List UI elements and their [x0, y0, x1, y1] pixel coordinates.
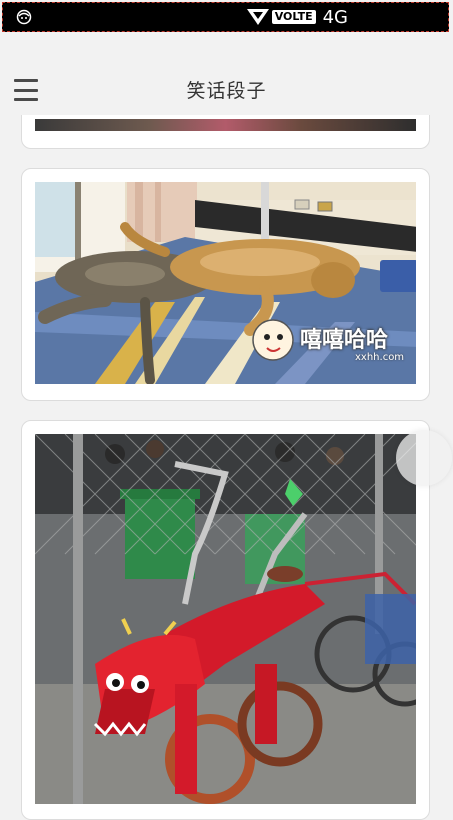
feed-card[interactable]	[21, 420, 430, 820]
volte-badge: VOLTE	[271, 10, 316, 24]
feed-card[interactable]: 嘻嘻哈哈 xxhh.com	[21, 168, 430, 401]
notification-face-icon	[16, 9, 32, 25]
floating-action-button[interactable]	[396, 430, 452, 486]
joke-feed[interactable]: 嘻嘻哈哈 xxhh.com	[0, 0, 453, 820]
app-bar: 笑话段子	[0, 32, 453, 115]
network-type: 4G	[322, 6, 348, 28]
status-bar: VOLTE 4G	[2, 2, 449, 32]
watermark	[252, 319, 294, 361]
signal-icon	[246, 9, 269, 25]
post-image[interactable]	[35, 434, 416, 804]
watermark-text: 嘻嘻哈哈	[300, 328, 389, 353]
post-image[interactable]	[35, 119, 416, 131]
dragon-bike-image	[35, 434, 416, 804]
watermark-url: xxhh.com	[355, 352, 405, 363]
page-title: 笑话段子	[186, 80, 267, 102]
post-image[interactable]: 嘻嘻哈哈 xxhh.com	[35, 182, 416, 384]
